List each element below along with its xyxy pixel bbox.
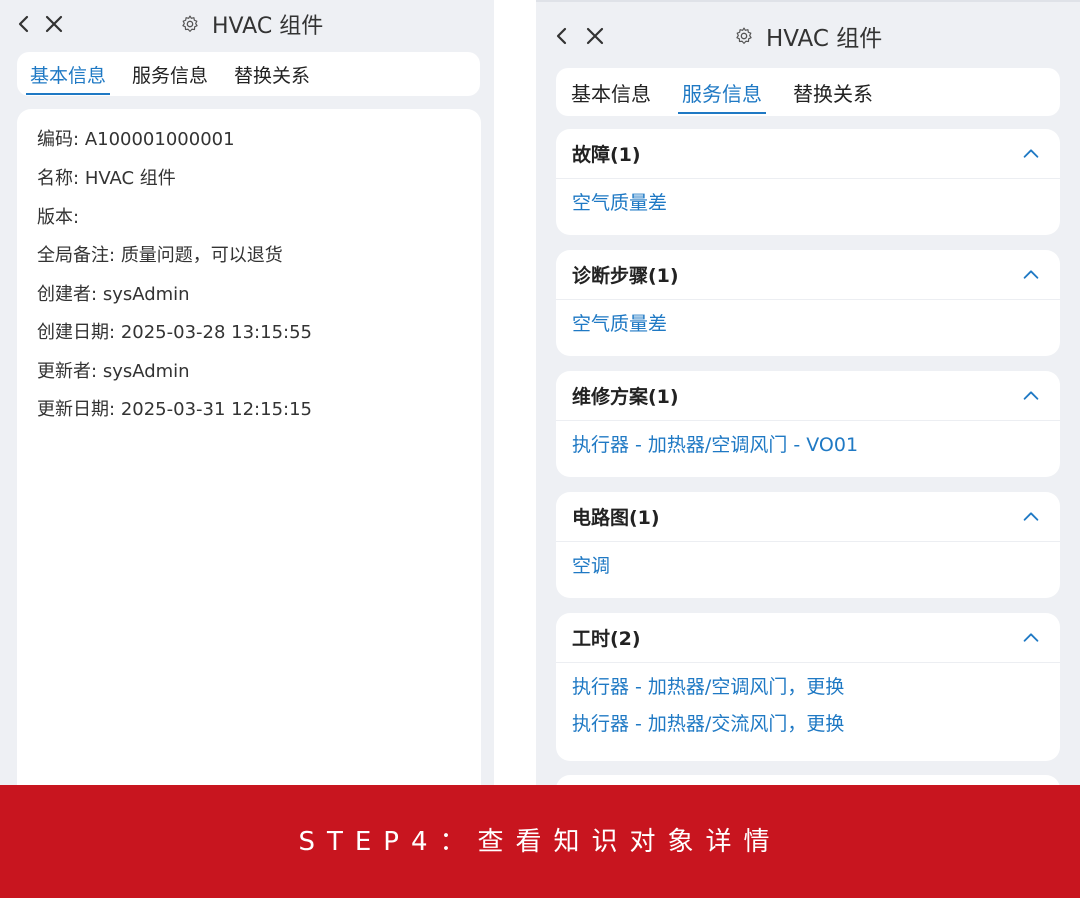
info-value: HVAC 组件 (84, 168, 176, 189)
info-row-global-note: 全局备注: 质量问题，可以退货 (37, 241, 283, 267)
section-header[interactable]: 维修方案(1) (556, 371, 1060, 421)
tab-service-info[interactable]: 服务信息 (678, 78, 766, 114)
info-row-created-date: 创建日期: 2025-03-28 13:15:55 (37, 318, 312, 344)
info-row-code: 编码: A100001000001 (37, 125, 235, 151)
title-text: HVAC 组件 (766, 26, 883, 52)
back-icon[interactable] (550, 24, 574, 48)
section-header[interactable]: 诊断步骤(1) (556, 250, 1060, 300)
tab-basic-info[interactable]: 基本信息 (25, 61, 111, 95)
chevron-up-icon[interactable] (1020, 506, 1042, 528)
info-value: A100001000001 (84, 129, 235, 150)
info-row-name: 名称: HVAC 组件 (37, 164, 176, 190)
chevron-up-icon[interactable] (1020, 264, 1042, 286)
chevron-up-icon[interactable] (1020, 143, 1042, 165)
chevron-up-icon[interactable] (1020, 385, 1042, 407)
info-label: 全局备注: (37, 245, 116, 266)
info-row-updater: 更新者: sysAdmin (37, 357, 190, 383)
tab-basic-info[interactable]: 基本信息 (571, 78, 651, 107)
section-link[interactable]: 空气质量差 (556, 179, 1060, 220)
info-card: 编码: A100001000001 名称: HVAC 组件 版本: 全局备注: … (17, 109, 481, 785)
section-circuit-diagram: 电路图(1) 空调 (556, 492, 1060, 598)
info-label: 更新者: (37, 361, 98, 382)
info-row-updated-date: 更新日期: 2025-03-31 12:15:15 (37, 395, 312, 421)
info-label: 更新日期: (37, 399, 116, 420)
section-diagnosis-steps: 诊断步骤(1) 空气质量差 (556, 250, 1060, 356)
back-icon[interactable] (12, 12, 36, 36)
close-icon[interactable] (42, 12, 66, 36)
panel-header: HVAC 组件 (0, 0, 494, 48)
gear-icon (182, 15, 198, 32)
section-link[interactable]: 执行器 - 加热器/空调风门，更换 (556, 663, 1060, 704)
page-title: HVAC 组件 (734, 19, 882, 53)
section-link[interactable]: 执行器 - 加热器/交流风门，更换 (556, 704, 1060, 745)
info-value: 2025-03-28 13:15:55 (120, 322, 312, 343)
section-title: 诊断步骤(1) (572, 265, 679, 287)
info-label: 创建者: (37, 284, 98, 305)
info-label: 编码: (37, 129, 80, 150)
step-banner: STEP4：查看知识对象详情 (0, 785, 1080, 898)
section-title: 维修方案(1) (572, 386, 679, 408)
info-label: 创建日期: (37, 322, 116, 343)
section-title: 工时(2) (572, 628, 641, 650)
panel-header: HVAC 组件 (536, 12, 1080, 60)
basic-info-panel: HVAC 组件 基本信息 服务信息 替换关系 编码: A100001000001… (0, 0, 494, 785)
page-title: HVAC 组件 (180, 8, 323, 40)
chevron-up-icon[interactable] (1020, 627, 1042, 649)
section-repair-plan: 维修方案(1) 执行器 - 加热器/空调风门 - VO01 (556, 371, 1060, 477)
tab-service-info[interactable]: 服务信息 (132, 61, 208, 88)
info-value: sysAdmin (102, 284, 190, 305)
info-label: 名称: (37, 168, 80, 189)
tab-replacement[interactable]: 替换关系 (234, 61, 310, 88)
title-text: HVAC 组件 (212, 14, 324, 39)
info-label: 版本: (37, 207, 80, 228)
info-value: sysAdmin (102, 361, 190, 382)
section-link[interactable]: 空气质量差 (556, 300, 1060, 341)
section-link[interactable]: 空调 (556, 542, 1060, 583)
section-header[interactable]: 工时(2) (556, 613, 1060, 663)
section-link[interactable]: 执行器 - 加热器/空调风门 - VO01 (556, 421, 1060, 462)
info-row-version: 版本: (37, 203, 79, 229)
tab-bar: 基本信息 服务信息 替换关系 (17, 52, 480, 96)
service-info-panel: HVAC 组件 基本信息 服务信息 替换关系 故障(1) 空气质量差 诊断步骤(… (536, 0, 1080, 785)
banner-text: STEP4：查看知识对象详情 (298, 827, 782, 857)
section-labor-time: 工时(2) 执行器 - 加热器/空调风门，更换 执行器 - 加热器/交流风门，更… (556, 613, 1060, 761)
tab-bar: 基本信息 服务信息 替换关系 (556, 68, 1060, 116)
tab-replacement[interactable]: 替换关系 (793, 78, 873, 107)
close-icon[interactable] (583, 24, 607, 48)
info-row-creator: 创建者: sysAdmin (37, 280, 190, 306)
info-value: 质量问题，可以退货 (120, 245, 283, 266)
section-fault: 故障(1) 空气质量差 (556, 129, 1060, 235)
section-header[interactable]: 故障(1) (556, 129, 1060, 179)
info-value: 2025-03-31 12:15:15 (120, 399, 312, 420)
gear-icon (736, 27, 752, 44)
section-title: 故障(1) (572, 144, 641, 166)
section-header[interactable]: 电路图(1) (556, 492, 1060, 542)
section-partial (556, 775, 1060, 785)
section-title: 电路图(1) (572, 507, 660, 529)
